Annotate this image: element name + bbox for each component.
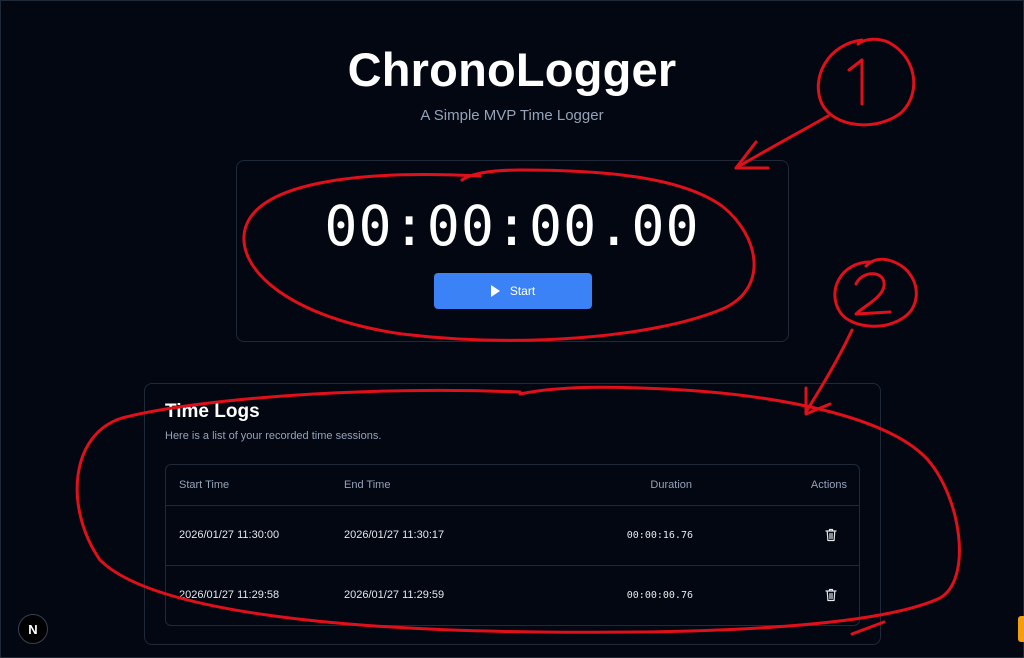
start-button[interactable]: Start: [434, 273, 592, 309]
column-header-actions: Actions: [810, 479, 847, 491]
timer-display: 00:00:00.00: [324, 194, 700, 258]
column-header-end-time[interactable]: End Time: [344, 479, 390, 491]
trash-icon[interactable]: [825, 528, 837, 542]
edge-badge[interactable]: [1018, 616, 1024, 642]
row-end-time: 2026/01/27 11:29:59: [344, 589, 445, 601]
annotation-number-2: [854, 272, 892, 316]
page-subtitle: A Simple MVP Time Logger: [420, 107, 604, 124]
framework-badge[interactable]: N: [18, 614, 48, 644]
time-logs-title: Time Logs: [165, 401, 260, 422]
annotation-circle-2: [833, 257, 918, 328]
play-icon: [490, 285, 500, 297]
row-duration: 00:00:00.76: [626, 590, 693, 601]
page-title: ChronoLogger: [347, 43, 677, 96]
row-duration: 00:00:16.76: [626, 530, 693, 541]
time-logs-subtitle: Here is a list of your recorded time ses…: [165, 430, 382, 442]
row-end-time: 2026/01/27 11:30:17: [344, 529, 445, 541]
row-start-time: 2026/01/27 11:29:58: [179, 589, 280, 601]
trash-icon[interactable]: [825, 588, 837, 602]
start-button-label: Start: [509, 284, 536, 298]
column-header-start-time[interactable]: Start Time: [179, 479, 229, 491]
row-start-time: 2026/01/27 11:30:00: [179, 529, 280, 541]
column-header-duration[interactable]: Duration: [592, 479, 692, 491]
